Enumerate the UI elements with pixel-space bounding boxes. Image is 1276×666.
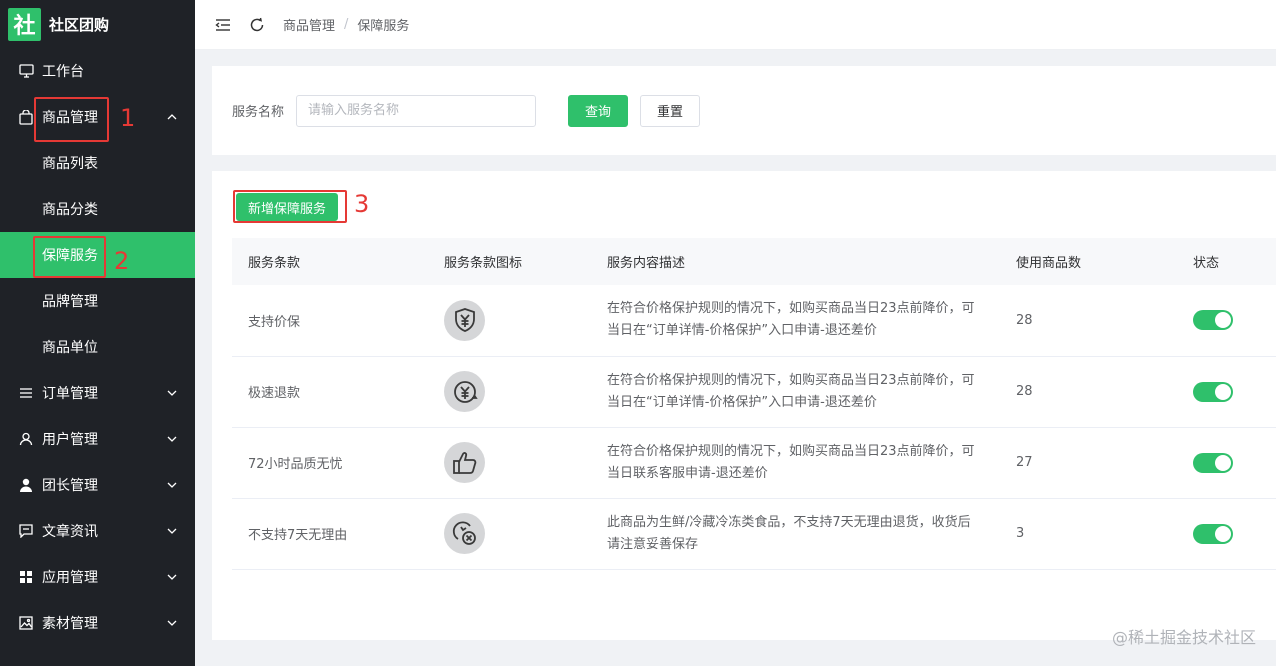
column-header: 使用商品数 <box>1016 256 1082 271</box>
brand: 社 社区团购 <box>0 0 195 48</box>
query-button[interactable]: 查询 <box>568 94 629 127</box>
sidebar-item-orders[interactable]: 订单管理 <box>0 370 195 416</box>
add-guarantee-service-button[interactable]: 新增保障服务 <box>236 193 339 221</box>
guarantee-service-table: 服务条款 服务条款图标 服务内容描述 使用商品数 状态 支持价保 在符合价格保护… <box>232 238 1276 570</box>
table-panel: 新增保障服务 服务条款 服务条款图标 服务内容描述 使用商品数 状态 支持价保 <box>212 171 1276 640</box>
sidebar-item-leaders[interactable]: 团长管理 <box>0 462 195 508</box>
sidebar-item-label: 素材管理 <box>42 616 98 632</box>
table-row: 极速退款 在符合价格保护规则的情况下，如购买商品当日23点前降价，可当日在“订单… <box>232 356 1276 427</box>
sidebar-item-label: 商品管理 <box>42 110 98 126</box>
refresh-icon[interactable] <box>249 17 265 33</box>
table-row: 72小时品质无忧 在符合价格保护规则的情况下，如购买商品当日23点前降价，可当日… <box>232 427 1276 498</box>
chevron-down-icon <box>167 528 177 534</box>
column-header: 服务条款 <box>248 256 301 271</box>
table-header-row: 服务条款 服务条款图标 服务内容描述 使用商品数 状态 <box>232 238 1276 285</box>
monitor-icon <box>18 63 34 79</box>
brand-logo: 社 <box>8 7 41 41</box>
sidebar-subitem-product-list[interactable]: 商品列表 <box>0 140 195 186</box>
sidebar: 社 社区团购 工作台 商品管理 商品列表 商品分类 保障服务 品牌管理 商品单位… <box>0 0 195 666</box>
product-count: 27 <box>1016 455 1033 470</box>
sidebar-item-label: 文章资讯 <box>42 524 98 540</box>
product-count: 3 <box>1016 526 1025 541</box>
chevron-down-icon <box>167 620 177 626</box>
service-term: 不支持7天无理由 <box>248 528 348 543</box>
sidebar-subitem-label: 品牌管理 <box>42 294 98 310</box>
sidebar-item-label: 团长管理 <box>42 478 98 494</box>
sidebar-item-dashboard[interactable]: 工作台 <box>0 48 195 94</box>
sidebar-item-label: 应用管理 <box>42 570 98 586</box>
sidebar-subitem-product-category[interactable]: 商品分类 <box>0 186 195 232</box>
breadcrumb-separator: / <box>344 17 349 32</box>
grid-icon <box>18 569 34 585</box>
status-toggle[interactable] <box>1193 310 1233 331</box>
sidebar-subitem-label: 商品列表 <box>42 156 98 172</box>
column-header: 服务内容描述 <box>607 256 686 271</box>
service-description: 在符合价格保护规则的情况下，如购买商品当日23点前降价，可当日在“订单详情-价格… <box>607 301 975 339</box>
sidebar-subitem-guarantee-service[interactable]: 保障服务 <box>0 232 195 278</box>
breadcrumb: 商品管理 / 保障服务 <box>283 15 409 34</box>
shield-yen-icon <box>444 299 485 341</box>
chevron-down-icon <box>167 482 177 488</box>
bag-icon <box>18 109 34 125</box>
user-icon <box>18 431 34 447</box>
sidebar-subitem-label: 商品分类 <box>42 202 98 218</box>
chevron-down-icon <box>167 390 177 396</box>
column-header: 服务条款图标 <box>444 256 523 271</box>
sidebar-item-products[interactable]: 商品管理 <box>0 94 195 140</box>
status-toggle[interactable] <box>1193 523 1233 544</box>
chevron-up-icon <box>167 114 177 120</box>
service-term: 极速退款 <box>248 386 301 401</box>
list-icon <box>18 385 34 401</box>
table-row: 不支持7天无理由 此商品为生鲜/冷藏冷冻类食品，不支持7天无理由退货，收货后请注… <box>232 498 1276 569</box>
table-row: 支持价保 在符合价格保护规则的情况下，如购买商品当日23点前降价，可当日在“订单… <box>232 285 1276 356</box>
sidebar-subitem-label: 商品单位 <box>42 340 98 356</box>
status-toggle[interactable] <box>1193 381 1233 402</box>
service-description: 此商品为生鲜/冷藏冷冻类食品，不支持7天无理由退货，收货后请注意妥善保存 <box>607 514 971 552</box>
sidebar-subitem-label: 保障服务 <box>42 248 98 264</box>
sidebar-item-label: 工作台 <box>42 64 84 80</box>
status-toggle[interactable] <box>1193 452 1233 473</box>
annotation-number-2: 2 <box>114 247 130 275</box>
sidebar-item-label: 订单管理 <box>42 386 98 402</box>
brand-name: 社区团购 <box>49 15 110 34</box>
chevron-down-icon <box>167 436 177 442</box>
service-term: 支持价保 <box>248 314 301 330</box>
reset-button[interactable]: 重置 <box>640 94 701 127</box>
sidebar-item-articles[interactable]: 文章资讯 <box>0 508 195 554</box>
service-description: 在符合价格保护规则的情况下，如购买商品当日23点前降价，可当日在“订单详情-价格… <box>607 372 975 410</box>
thumbs-up-icon <box>444 442 485 483</box>
sidebar-item-apps[interactable]: 应用管理 <box>0 554 195 600</box>
chat-icon <box>18 523 34 539</box>
search-label: 服务名称 <box>232 105 285 120</box>
sidebar-item-media[interactable]: 素材管理 <box>0 600 195 646</box>
service-description: 在符合价格保护规则的情况下，如购买商品当日23点前降价，可当日联系客服申请-退还… <box>607 443 975 481</box>
product-count: 28 <box>1016 312 1033 328</box>
top-header: 商品管理 / 保障服务 <box>195 0 1276 50</box>
sidebar-subitem-unit[interactable]: 商品单位 <box>0 324 195 370</box>
collapse-menu-icon[interactable] <box>215 17 231 33</box>
annotation-number-1: 1 <box>120 104 136 132</box>
service-term: 72小时品质无忧 <box>248 457 343 472</box>
sidebar-subitem-brand[interactable]: 品牌管理 <box>0 278 195 324</box>
sidebar-item-users[interactable]: 用户管理 <box>0 416 195 462</box>
breadcrumb-current: 保障服务 <box>357 19 410 34</box>
service-name-input[interactable] <box>296 94 537 127</box>
image-icon <box>18 615 34 631</box>
annotation-number-3: 3 <box>354 190 370 218</box>
product-count: 28 <box>1016 384 1033 399</box>
chevron-down-icon <box>167 574 177 580</box>
no-return-icon <box>444 513 485 554</box>
column-header: 状态 <box>1193 256 1220 271</box>
person-filled-icon <box>18 477 34 493</box>
breadcrumb-item[interactable]: 商品管理 <box>283 15 335 34</box>
search-panel: 服务名称 查询 重置 <box>212 66 1276 155</box>
watermark: @稀土掘金技术社区 <box>1111 628 1256 647</box>
yen-refresh-icon <box>444 371 485 412</box>
sidebar-item-label: 用户管理 <box>42 432 98 448</box>
